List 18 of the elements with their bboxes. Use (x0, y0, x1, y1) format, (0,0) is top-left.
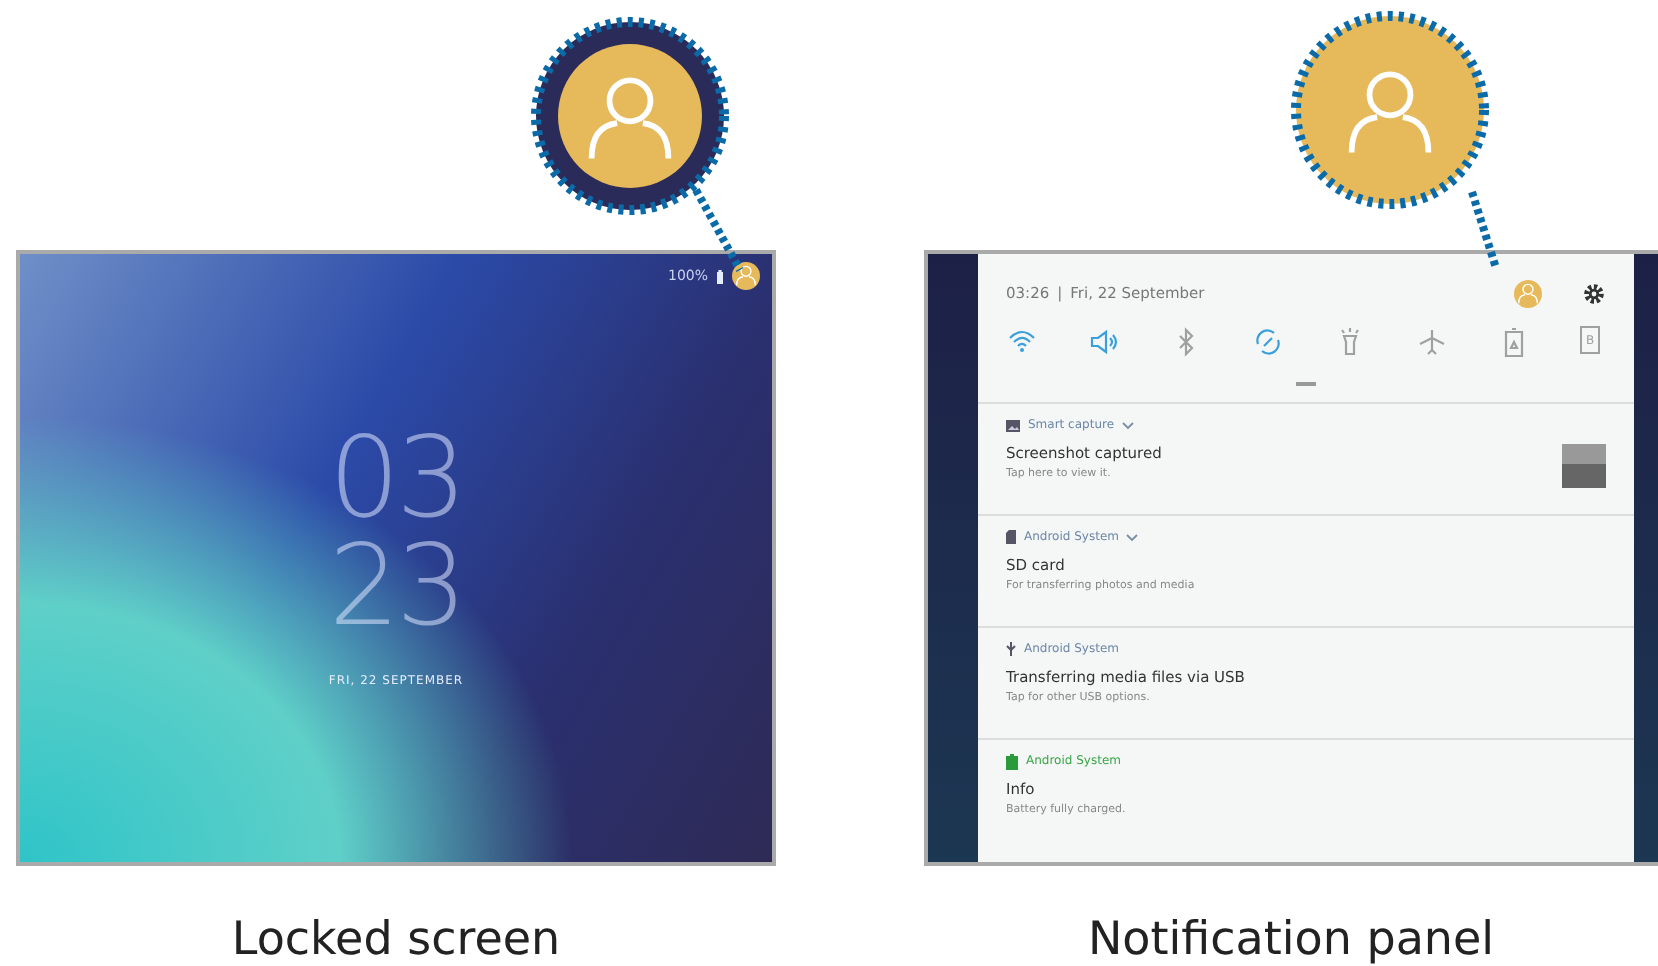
avatar-icon[interactable] (732, 262, 760, 290)
image-icon (1006, 419, 1020, 431)
panel-handle (1296, 382, 1316, 386)
battery-icon (1006, 753, 1018, 769)
figure-caption: Locked screen (229, 918, 563, 964)
usb-icon (1006, 642, 1016, 656)
battery-icon (716, 269, 724, 283)
airplane-toggle[interactable] (1416, 326, 1448, 358)
figure-caption: Notification panel (1085, 918, 1497, 964)
settings-icon[interactable] (1582, 282, 1606, 306)
sound-toggle[interactable] (1088, 326, 1120, 358)
chevron-icon[interactable] (1122, 421, 1135, 429)
clock-hour: 03 (328, 426, 464, 533)
clock-minute: 23 (328, 533, 464, 640)
wifi-toggle[interactable] (1006, 326, 1038, 358)
sd-card-icon (1006, 530, 1016, 544)
rotate-toggle[interactable] (1252, 326, 1284, 358)
chevron-icon[interactable] (1126, 533, 1139, 541)
